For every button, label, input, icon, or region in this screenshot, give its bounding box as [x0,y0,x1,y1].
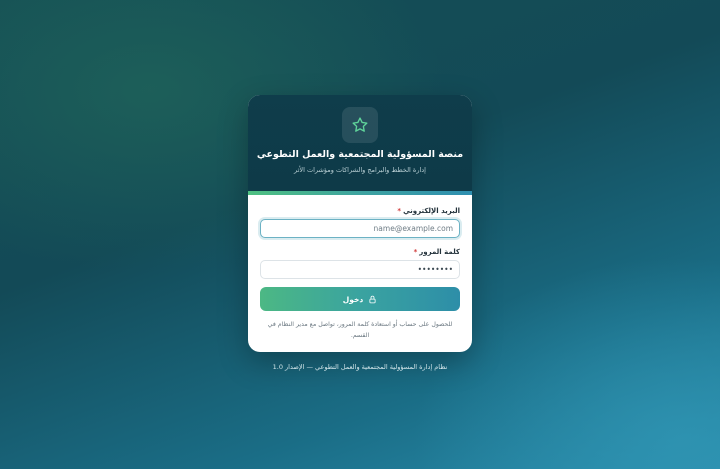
login-card: منصة المسؤولية المجتمعية والعمل التطوعي … [248,95,472,352]
required-mark: * [397,207,402,215]
star-icon [352,117,368,132]
lock-icon [369,295,376,303]
page-title: منصة المسؤولية المجتمعية والعمل التطوعي [256,149,464,160]
help-text: للحصول على حساب أو استعادة كلمة المرور، … [267,321,453,339]
logo-badge [342,107,378,143]
email-label-text: البريد الإلكتروني [403,207,460,215]
required-mark: * [413,248,418,256]
email-field[interactable] [260,219,460,238]
card-header: منصة المسؤولية المجتمعية والعمل التطوعي … [248,95,472,191]
login-form: البريد الإلكتروني* كلمة المرور* دخول للح… [248,195,472,341]
page-subtitle: إدارة الخطط والبرامج والشراكات ومؤشرات ا… [294,166,426,174]
footer-text: نظام إدارة المسؤولية المجتمعية والعمل ال… [272,363,448,371]
password-label-text: كلمة المرور [419,248,460,256]
login-button[interactable]: دخول [260,287,460,311]
login-button-label: دخول [342,294,364,304]
password-label: كلمة المرور* [260,246,460,258]
email-label: البريد الإلكتروني* [260,205,460,217]
password-field[interactable] [260,260,460,279]
